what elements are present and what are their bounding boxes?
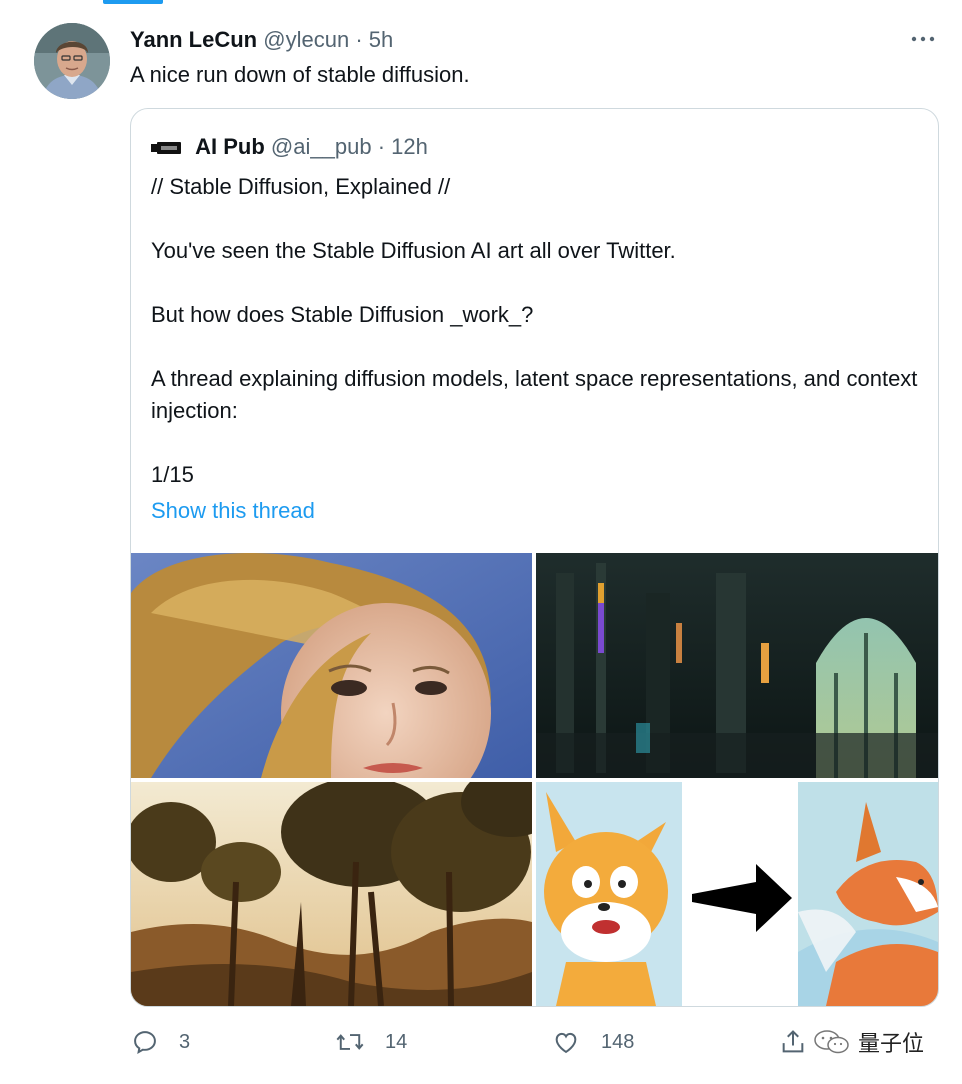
quoted-time[interactable]: 12h — [391, 134, 428, 159]
media-cathedral-image[interactable] — [536, 553, 938, 778]
quoted-line: You've seen the Stable Diffusion AI art … — [151, 238, 676, 263]
media-fox-image[interactable] — [536, 782, 938, 1006]
quoted-line: // Stable Diffusion, Explained // — [151, 174, 451, 199]
like-icon — [555, 1032, 577, 1054]
share-button[interactable] — [779, 1028, 807, 1056]
quoted-line: 1/15 — [151, 462, 194, 487]
ai-pub-logo — [151, 134, 181, 162]
quoted-author-name[interactable]: AI Pub — [195, 134, 265, 159]
retweet-icon — [336, 1034, 364, 1050]
watermark: 量子位 — [812, 1026, 924, 1058]
wechat-icon — [814, 1030, 849, 1054]
separator-dot: · — [377, 134, 386, 159]
media-forest-image[interactable] — [131, 782, 532, 1006]
quoted-tweet[interactable]: AI Pub @ai__pub · 12h // Stable Diffusio… — [130, 108, 939, 1007]
share-icon — [782, 1030, 804, 1053]
like-count: 148 — [601, 1030, 635, 1053]
top-accent-bar — [103, 0, 163, 4]
show-thread-link[interactable]: Show this thread — [151, 498, 315, 524]
quoted-author-handle[interactable]: @ai__pub — [271, 134, 372, 159]
quoted-line: But how does Stable Diffusion _work_? — [151, 302, 534, 327]
author-name[interactable]: Yann LeCun — [130, 27, 257, 52]
tweet-time[interactable]: 5h — [369, 27, 393, 52]
tweet-header: Yann LeCun @ylecun · 5h — [130, 26, 393, 54]
avatar[interactable] — [34, 23, 110, 99]
reply-count: 3 — [179, 1030, 191, 1053]
watermark-text: 量子位 — [858, 1031, 925, 1056]
like-button[interactable]: 148 — [551, 1028, 634, 1056]
media-portrait-image[interactable] — [131, 553, 532, 778]
quoted-line: A thread explaining diffusion models, la… — [151, 366, 918, 423]
media-grid — [131, 553, 938, 1006]
author-handle[interactable]: @ylecun — [263, 27, 349, 52]
retweet-button[interactable]: 14 — [335, 1028, 407, 1056]
more-icon[interactable] — [908, 28, 938, 50]
separator-dot: · — [355, 27, 363, 52]
quoted-text: // Stable Diffusion, Explained // You've… — [151, 171, 921, 491]
reply-icon — [134, 1031, 156, 1055]
reply-button[interactable]: 3 — [131, 1028, 190, 1056]
quoted-header: AI Pub @ai__pub · 12h — [151, 133, 428, 162]
tweet-text: A nice run down of stable diffusion. — [130, 62, 470, 87]
retweet-count: 14 — [385, 1030, 408, 1053]
